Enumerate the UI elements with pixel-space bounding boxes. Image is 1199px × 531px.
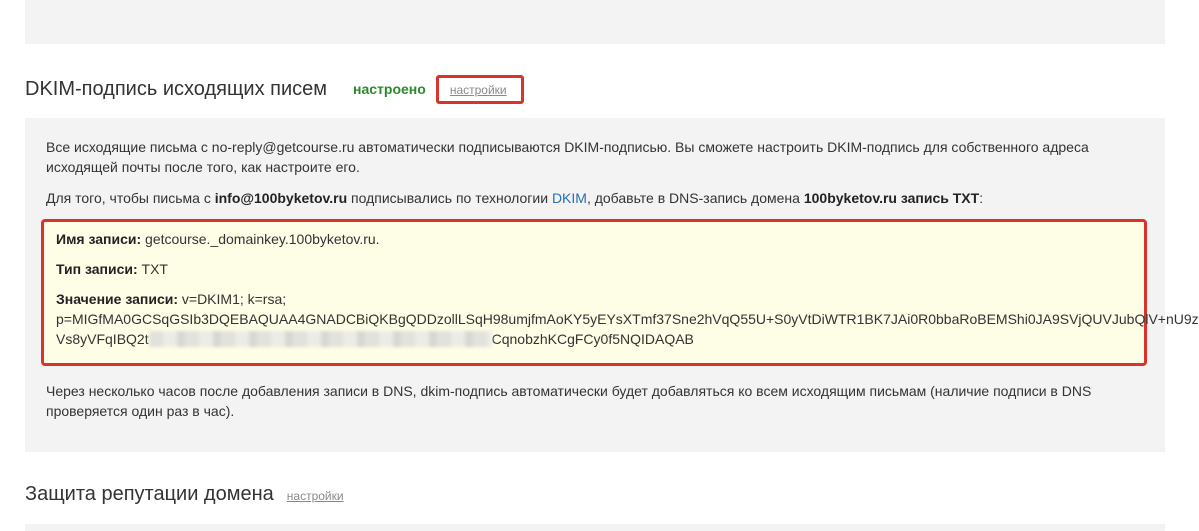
reputation-settings-link[interactable]: настройки — [287, 489, 344, 503]
instruction-text: Для того, чтобы письма с info@100byketov… — [46, 188, 1126, 208]
record-name-label: Имя записи: — [56, 231, 142, 247]
instruction-suffix: : — [979, 190, 984, 206]
status-badge: настроено — [353, 81, 426, 97]
reputation-section-title: Защита репутации домена — [25, 483, 274, 505]
instruction-middle2: , добавьте в DNS-запись домена — [586, 190, 804, 206]
record-value-line3: Vs8yVFqIBQ2t CqnobzhKCgFCy0f5NQIDAQAB — [56, 329, 694, 349]
dns-record-box: Имя записи: getcourse._domainkey.100byke… — [41, 219, 1199, 366]
footer-text: Через несколько часов после добавления з… — [46, 383, 1092, 419]
redacted-blur — [148, 331, 492, 347]
record-value-line3-end: CqnobzhKCgFCy0f5NQIDAQAB — [491, 331, 694, 347]
record-name-line: Имя записи: getcourse._domainkey.100byke… — [56, 229, 380, 249]
top-panel — [25, 0, 1165, 44]
dkim-link[interactable]: DKIM — [552, 190, 587, 206]
instruction-prefix: Для того, чтобы письма с — [46, 190, 215, 206]
record-value-line3-start: Vs8yVFqIBQ2t — [56, 331, 149, 347]
intro-text: Все исходящие письма с no-reply@getcours… — [46, 139, 1089, 175]
record-value-line2: p=MIGfMA0GCSqGSIb3DQEBAQUAA4GNADCBiQKBgQ… — [56, 311, 1199, 327]
record-value-line: Значение записи: v=DKIM1; k=rsa; — [56, 289, 286, 309]
dkim-section-title: DKIM-подпись исходящих писем — [25, 77, 328, 100]
instruction-email: info@100byketov.ru — [214, 190, 348, 206]
settings-highlight-box: настройки — [435, 74, 524, 104]
record-value-label: Значение записи: — [56, 291, 178, 307]
record-type-line: Тип записи: TXT — [56, 259, 168, 279]
record-type-label: Тип записи: — [56, 261, 138, 277]
record-value-line1: v=DKIM1; k=rsa; — [181, 291, 287, 307]
dkim-section-header: DKIM-подпись исходящих писем настроено н… — [25, 74, 524, 104]
reputation-section-header: Защита репутации домена настройки — [25, 483, 344, 506]
bottom-panel-edge — [25, 524, 1165, 531]
instruction-middle: подписывались по технологии — [347, 190, 552, 206]
record-name-value: getcourse._domainkey.100byketov.ru. — [145, 231, 380, 247]
dkim-settings-link[interactable]: настройки — [450, 83, 507, 97]
instruction-domain: 100byketov.ru запись TXT — [803, 190, 980, 206]
dkim-info-panel: Все исходящие письма с no-reply@getcours… — [25, 118, 1199, 452]
record-type-value: TXT — [141, 261, 168, 277]
